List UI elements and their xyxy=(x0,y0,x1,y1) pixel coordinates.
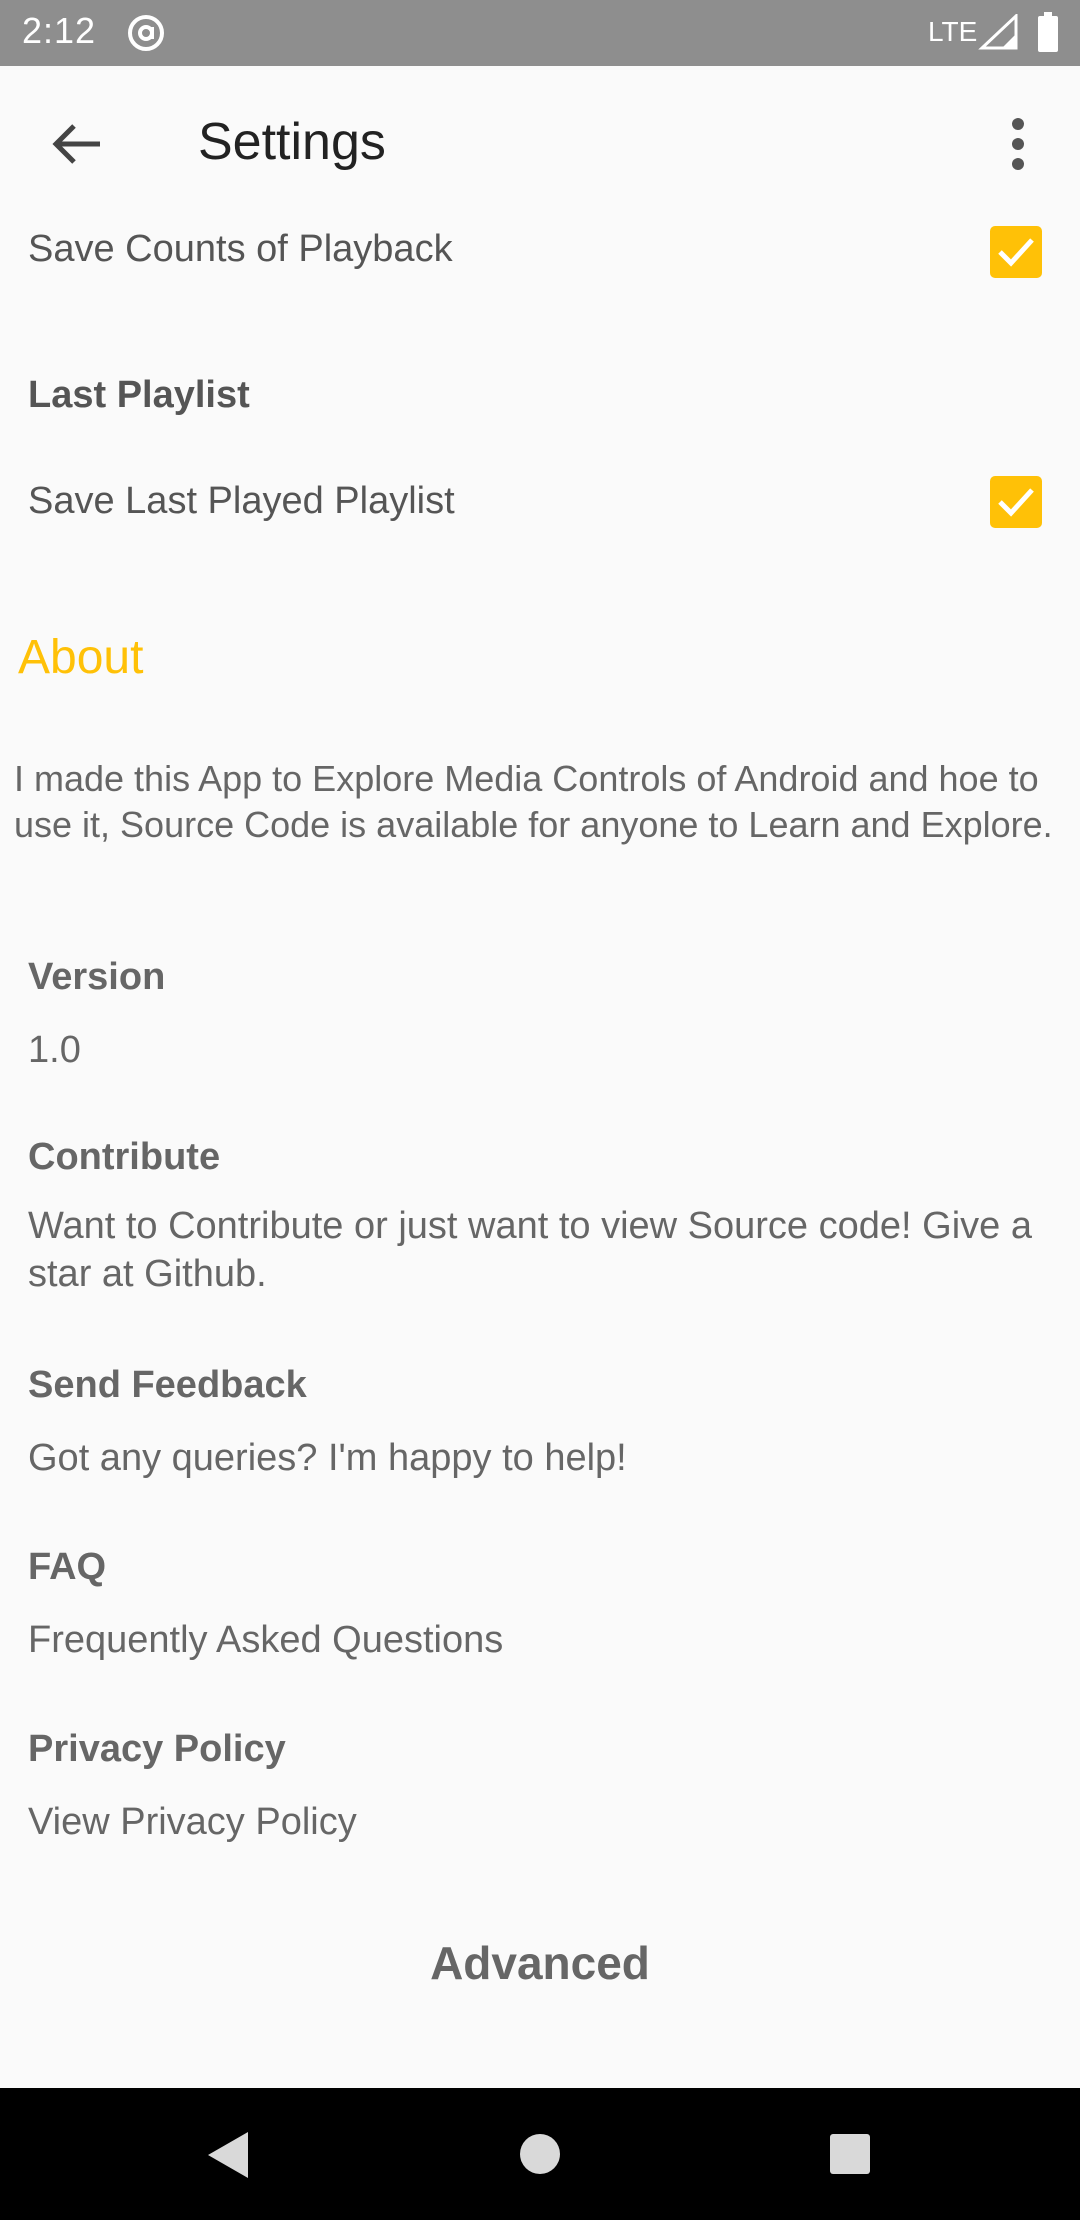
pref-version[interactable]: Version 1.0 xyxy=(0,956,1080,1086)
status-time: 2:12 xyxy=(22,10,97,51)
nav-back-button[interactable] xyxy=(204,2130,252,2180)
category-last-playlist: Last Playlist xyxy=(28,374,250,416)
nav-home-icon xyxy=(520,2134,560,2174)
pref-faq[interactable]: FAQ Frequently Asked Questions xyxy=(0,1546,1080,1676)
pref-send-feedback-summary: Got any queries? I'm happy to help! xyxy=(28,1437,627,1479)
pref-privacy-policy[interactable]: Privacy Policy View Privacy Policy xyxy=(0,1728,1080,1858)
signal-icon xyxy=(978,12,1018,50)
pref-save-last-playlist-label: Save Last Played Playlist xyxy=(28,480,455,522)
app-bar: Settings xyxy=(0,66,1080,222)
pref-version-summary: 1.0 xyxy=(28,1029,81,1071)
nav-recents-icon xyxy=(830,2134,870,2174)
nav-home-button[interactable] xyxy=(518,2132,562,2176)
arrow-back-icon xyxy=(52,124,100,164)
about-description: I made this App to Explore Media Control… xyxy=(14,758,1053,845)
status-bar: 2:12 LTE xyxy=(0,0,1080,66)
check-icon xyxy=(998,238,1034,267)
pref-contribute-summary: Want to Contribute or just want to view … xyxy=(28,1205,1032,1295)
section-about-heading: About xyxy=(18,631,144,684)
pref-faq-title: FAQ xyxy=(28,1546,107,1588)
pref-privacy-policy-title: Privacy Policy xyxy=(28,1728,286,1770)
advanced-button[interactable]: Advanced xyxy=(0,1936,1080,1990)
nav-recents-button[interactable] xyxy=(828,2132,872,2176)
check-icon xyxy=(998,488,1034,517)
navigation-bar xyxy=(0,2088,1080,2220)
pref-privacy-policy-summary: View Privacy Policy xyxy=(28,1801,357,1843)
nav-back-icon xyxy=(208,2132,248,2178)
network-type: LTE xyxy=(928,16,978,47)
page-title: Settings xyxy=(198,113,386,171)
pref-version-title: Version xyxy=(28,956,166,998)
pref-send-feedback[interactable]: Send Feedback Got any queries? I'm happy… xyxy=(0,1364,1080,1494)
save-counts-checkbox[interactable] xyxy=(990,226,1042,278)
back-button[interactable] xyxy=(40,106,116,182)
pref-contribute[interactable]: Contribute Want to Contribute or just wa… xyxy=(0,1136,1080,1306)
pref-save-last-playlist[interactable]: Save Last Played Playlist xyxy=(0,474,1080,530)
settings-screen: 2:12 LTE Settings Save Counts of Playbac… xyxy=(0,0,1080,2220)
save-last-playlist-checkbox[interactable] xyxy=(990,476,1042,528)
more-vert-icon xyxy=(1012,118,1024,170)
pref-faq-summary: Frequently Asked Questions xyxy=(28,1619,504,1661)
pref-send-feedback-title: Send Feedback xyxy=(28,1364,307,1406)
battery-icon xyxy=(1036,12,1060,52)
overflow-menu-button[interactable] xyxy=(994,106,1042,182)
pref-save-counts-label: Save Counts of Playback xyxy=(28,228,453,270)
pref-save-counts[interactable]: Save Counts of Playback xyxy=(0,222,1080,278)
pref-contribute-title: Contribute xyxy=(28,1136,221,1178)
at-sign-icon xyxy=(126,13,166,53)
